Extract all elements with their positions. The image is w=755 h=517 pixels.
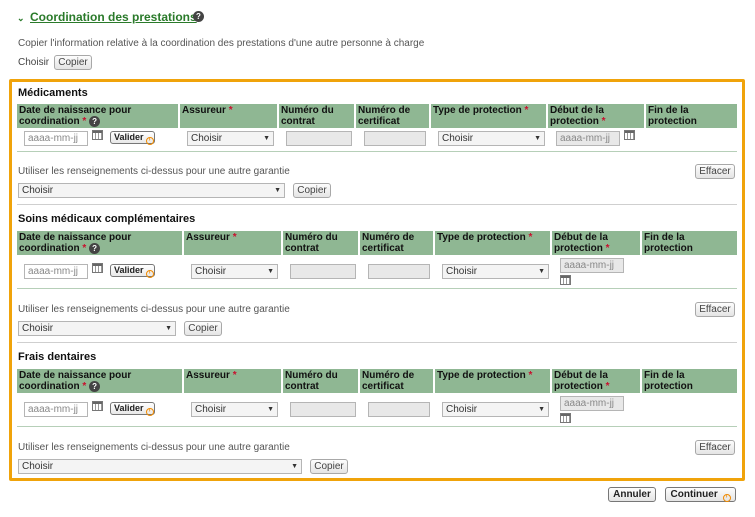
row-divider [17,151,737,152]
col-dob: Date de naissance pour coordination * ? [17,104,178,128]
table-header-soins: Date de naissance pour coordination * ? … [17,231,737,255]
dob-input[interactable]: aaaa-mm-jj [24,131,88,146]
certificate-input[interactable] [368,264,430,279]
reuse-select[interactable]: Choisir ▼ [18,183,285,198]
col-dob: Date de naissance pour coordination * ? [17,231,182,255]
arrow-circle-icon: › [722,494,731,502]
reuse-label: Utiliser les renseignements ci-dessus po… [18,304,290,315]
reuse-label: Utiliser les renseignements ci-dessus po… [18,166,290,177]
col-end: Fin de la protection [642,231,737,255]
certificate-input[interactable] [368,402,430,417]
protection-type-select[interactable]: Choisir ▼ [442,402,549,417]
coordination-section-link[interactable]: Coordination des prestations [30,10,197,24]
col-contract: Numéro du contrat [279,104,354,128]
col-end: Fin de la protection [642,369,737,393]
validate-button[interactable]: Valider › [110,402,155,416]
help-icon[interactable]: ? [89,243,101,254]
dob-input[interactable]: aaaa-mm-jj [24,402,88,417]
copy-dependent-button[interactable]: Copier [54,55,92,70]
contract-input[interactable] [290,402,356,417]
copy-description: Copier l'information relative à la coord… [18,38,425,49]
contract-input[interactable] [290,264,356,279]
section-title-dentaires: Frais dentaires [18,351,97,363]
col-contract: Numéro du contrat [283,369,358,393]
table-header-dentaires: Date de naissance pour coordination * ? … [17,369,737,393]
protection-type-select[interactable]: Choisir ▼ [442,264,549,279]
col-protection-type: Type de protection * [431,104,546,128]
copy-choose-label: Choisir [18,57,50,68]
protection-type-select[interactable]: Choisir ▼ [438,131,545,146]
insurer-select[interactable]: Choisir ▼ [187,131,274,146]
start-date-input[interactable]: aaaa-mm-jj [556,131,620,146]
start-date-input[interactable]: aaaa-mm-jj [560,258,624,273]
clear-button[interactable]: Effacer [695,164,735,179]
row-divider [17,426,737,427]
insurer-select[interactable]: Choisir ▼ [191,402,278,417]
clear-button[interactable]: Effacer [695,440,735,455]
col-insurer: Assureur * [184,231,281,255]
calendar-icon[interactable] [92,130,103,140]
col-protection-type: Type de protection * [435,231,550,255]
certificate-input[interactable] [364,131,426,146]
chevron-down-icon[interactable]: ⌄ [17,13,25,24]
continue-button[interactable]: Continuer › [665,487,736,502]
section-title-medicaments: Médicaments [18,87,88,99]
row-divider [17,288,737,289]
arrow-circle-icon: › [145,408,154,416]
col-start: Début de la protection * [548,104,644,128]
help-icon[interactable]: ? [193,11,204,22]
clear-button[interactable]: Effacer [695,302,735,317]
copy-button[interactable]: Copier [184,321,222,336]
table-header-medicaments: Date de naissance pour coordination * ? … [17,104,737,128]
calendar-icon[interactable] [92,263,103,273]
copy-button[interactable]: Copier [293,183,331,198]
col-start: Début de la protection * [552,369,640,393]
insurer-select[interactable]: Choisir ▼ [191,264,278,279]
reuse-label: Utiliser les renseignements ci-dessus po… [18,442,290,453]
col-contract: Numéro du contrat [283,231,358,255]
col-dob: Date de naissance pour coordination * ? [17,369,182,393]
col-end: Fin de la protection [646,104,737,128]
validate-button[interactable]: Valider › [110,131,155,145]
col-insurer: Assureur * [184,369,281,393]
arrow-circle-icon: › [145,137,154,145]
section-separator [17,342,737,343]
col-protection-type: Type de protection * [435,369,550,393]
start-date-input[interactable]: aaaa-mm-jj [560,396,624,411]
calendar-icon[interactable] [624,130,635,140]
calendar-icon[interactable] [560,413,571,423]
calendar-icon[interactable] [92,401,103,411]
dob-input[interactable]: aaaa-mm-jj [24,264,88,279]
help-icon[interactable]: ? [89,381,101,392]
col-certificate: Numéro de certificat [356,104,429,128]
col-certificate: Numéro de certificat [360,369,433,393]
col-insurer: Assureur * [180,104,277,128]
col-start: Début de la protection * [552,231,640,255]
help-icon[interactable]: ? [89,116,101,127]
reuse-select[interactable]: Choisir ▼ [18,321,176,336]
col-certificate: Numéro de certificat [360,231,433,255]
cancel-button[interactable]: Annuler [608,487,656,502]
validate-button[interactable]: Valider › [110,264,155,278]
calendar-icon[interactable] [560,275,571,285]
copy-button[interactable]: Copier [310,459,348,474]
reuse-select[interactable]: Choisir ▼ [18,459,302,474]
section-title-soins: Soins médicaux complémentaires [18,213,196,225]
contract-input[interactable] [286,131,352,146]
arrow-circle-icon: › [145,270,154,278]
section-separator [17,204,737,205]
